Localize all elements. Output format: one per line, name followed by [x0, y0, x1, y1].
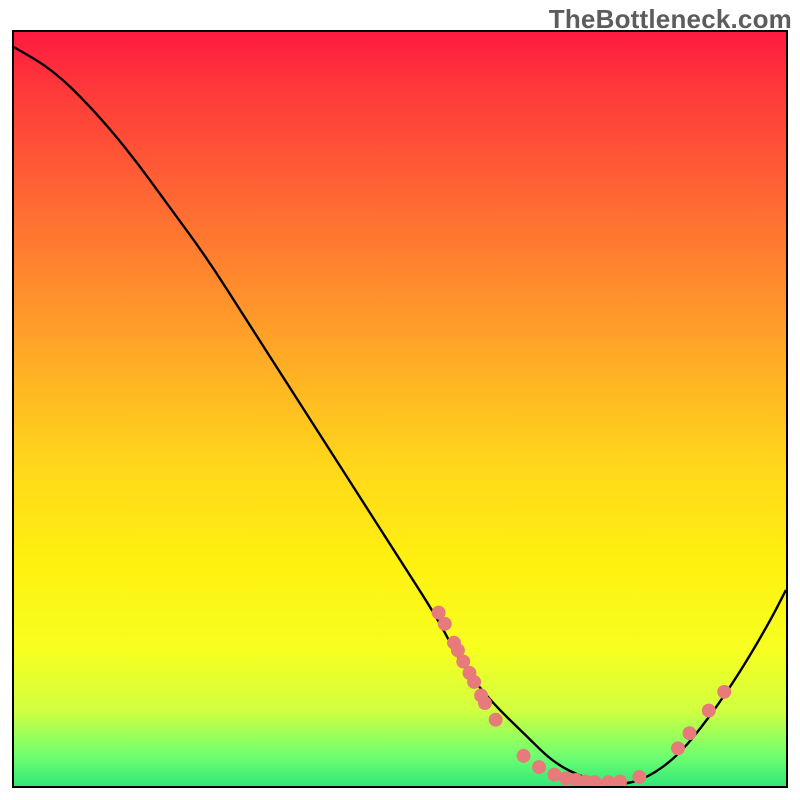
- data-marker: [702, 704, 716, 718]
- data-marker: [517, 749, 531, 763]
- data-marker: [717, 685, 731, 699]
- data-marker: [532, 760, 546, 774]
- data-marker: [683, 726, 697, 740]
- bottleneck-curve: [14, 47, 786, 784]
- data-marker: [613, 775, 627, 786]
- data-marker: [671, 741, 685, 755]
- marker-group: [432, 606, 732, 786]
- data-marker: [438, 617, 452, 631]
- data-marker: [467, 675, 481, 689]
- data-marker: [632, 770, 646, 784]
- data-marker: [489, 713, 503, 727]
- data-marker: [478, 696, 492, 710]
- watermark-text: TheBottleneck.com: [549, 4, 792, 35]
- curve-layer: [14, 32, 786, 786]
- chart-container: TheBottleneck.com: [0, 0, 800, 800]
- plot-area: [12, 30, 788, 788]
